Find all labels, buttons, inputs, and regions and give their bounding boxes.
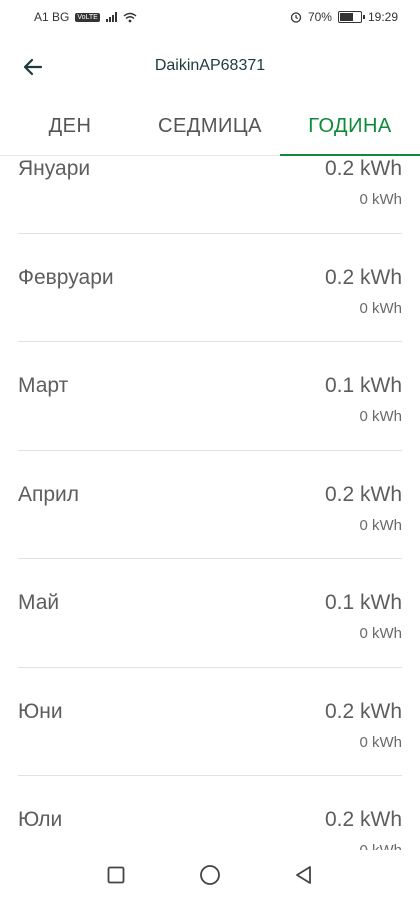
consumption-value: 0.2 kWh [324,265,402,289]
recents-button[interactable] [104,863,128,887]
square-recents-icon [107,866,125,884]
consumption-value: 0.2 kWh [324,157,402,180]
tab-label: СЕДМИЦА [158,115,262,137]
status-right: 70% 19:29 [290,10,398,24]
carrier-label: A1 BG [34,10,70,24]
triangle-back-icon [296,866,311,884]
tab-day[interactable]: ДЕН [0,98,140,155]
month-name: Април [18,482,80,506]
tab-year[interactable]: ГОДИНА [280,98,420,156]
secondary-value: 0 kWh [359,625,402,642]
list-item[interactable]: Юни 0.2 kWh 0 kWh [18,668,402,776]
list-item[interactable]: Януари 0.2 kWh 0 kWh [18,157,402,234]
consumption-value: 0.2 kWh [324,482,402,506]
tab-week[interactable]: СЕДМИЦА [140,98,280,155]
consumption-value: 0.1 kWh [324,374,402,397]
back-button[interactable] [18,52,48,82]
list-item[interactable]: Април 0.2 kWh 0 kWh [18,451,402,559]
secondary-value: 0 kWh [359,299,402,317]
list-item[interactable]: Март 0.1 kWh 0 kWh [18,342,402,451]
tab-label: ДЕН [48,115,92,137]
page-title: DaikinAP68371 [154,57,266,74]
secondary-value: 0 kWh [359,408,402,425]
circle-home-icon [200,865,220,885]
month-name: Юли [18,808,63,831]
list-content: Януари 0.2 kWh 0 kWh Февруари 0.2 kWh 0 … [0,157,420,851]
list-item[interactable]: Юли 0.2 kWh 0 kWh [18,776,402,851]
month-name: Февруари [18,265,114,289]
system-nav-bar [0,850,420,900]
month-name: Март [18,374,69,397]
consumption-value: 0.2 kWh [324,699,402,723]
list-item[interactable]: Февруари 0.2 kWh 0 kWh [18,234,402,342]
clock: 19:29 [367,10,398,24]
period-tabs: ДЕН СЕДМИЦА ГОДИНА [0,98,420,156]
app-bar: DaikinAP68371 [0,34,420,98]
status-bar: A1 BG VoLTE 70% 19:29 [0,0,420,34]
battery-percent: 70% [307,10,332,24]
secondary-value: 0 kWh [359,733,402,751]
tab-label: ГОДИНА [308,115,392,137]
list-item[interactable]: Май 0.1 kWh 0 kWh [18,559,402,668]
volte-badge: VoLTE [75,12,100,22]
monthly-consumption-list[interactable]: Януари 0.2 kWh 0 kWh Февруари 0.2 kWh 0 … [0,157,420,851]
signal-icon [105,12,117,22]
month-name: Май [18,591,60,614]
battery-fill [339,13,353,21]
home-button[interactable] [198,863,222,887]
secondary-value: 0 kWh [359,516,402,534]
status-left: A1 BG VoLTE [34,10,137,24]
secondary-value: 0 kWh [359,191,402,208]
consumption-value: 0.1 kWh [324,591,402,614]
consumption-value: 0.2 kWh [324,808,402,831]
nav-back-button[interactable] [292,863,316,887]
alarm-icon [290,12,302,23]
arrow-left-icon [23,58,43,76]
wifi-icon [123,12,137,22]
month-name: Юни [18,699,63,723]
battery-icon [337,11,365,23]
month-name: Януари [18,157,91,180]
